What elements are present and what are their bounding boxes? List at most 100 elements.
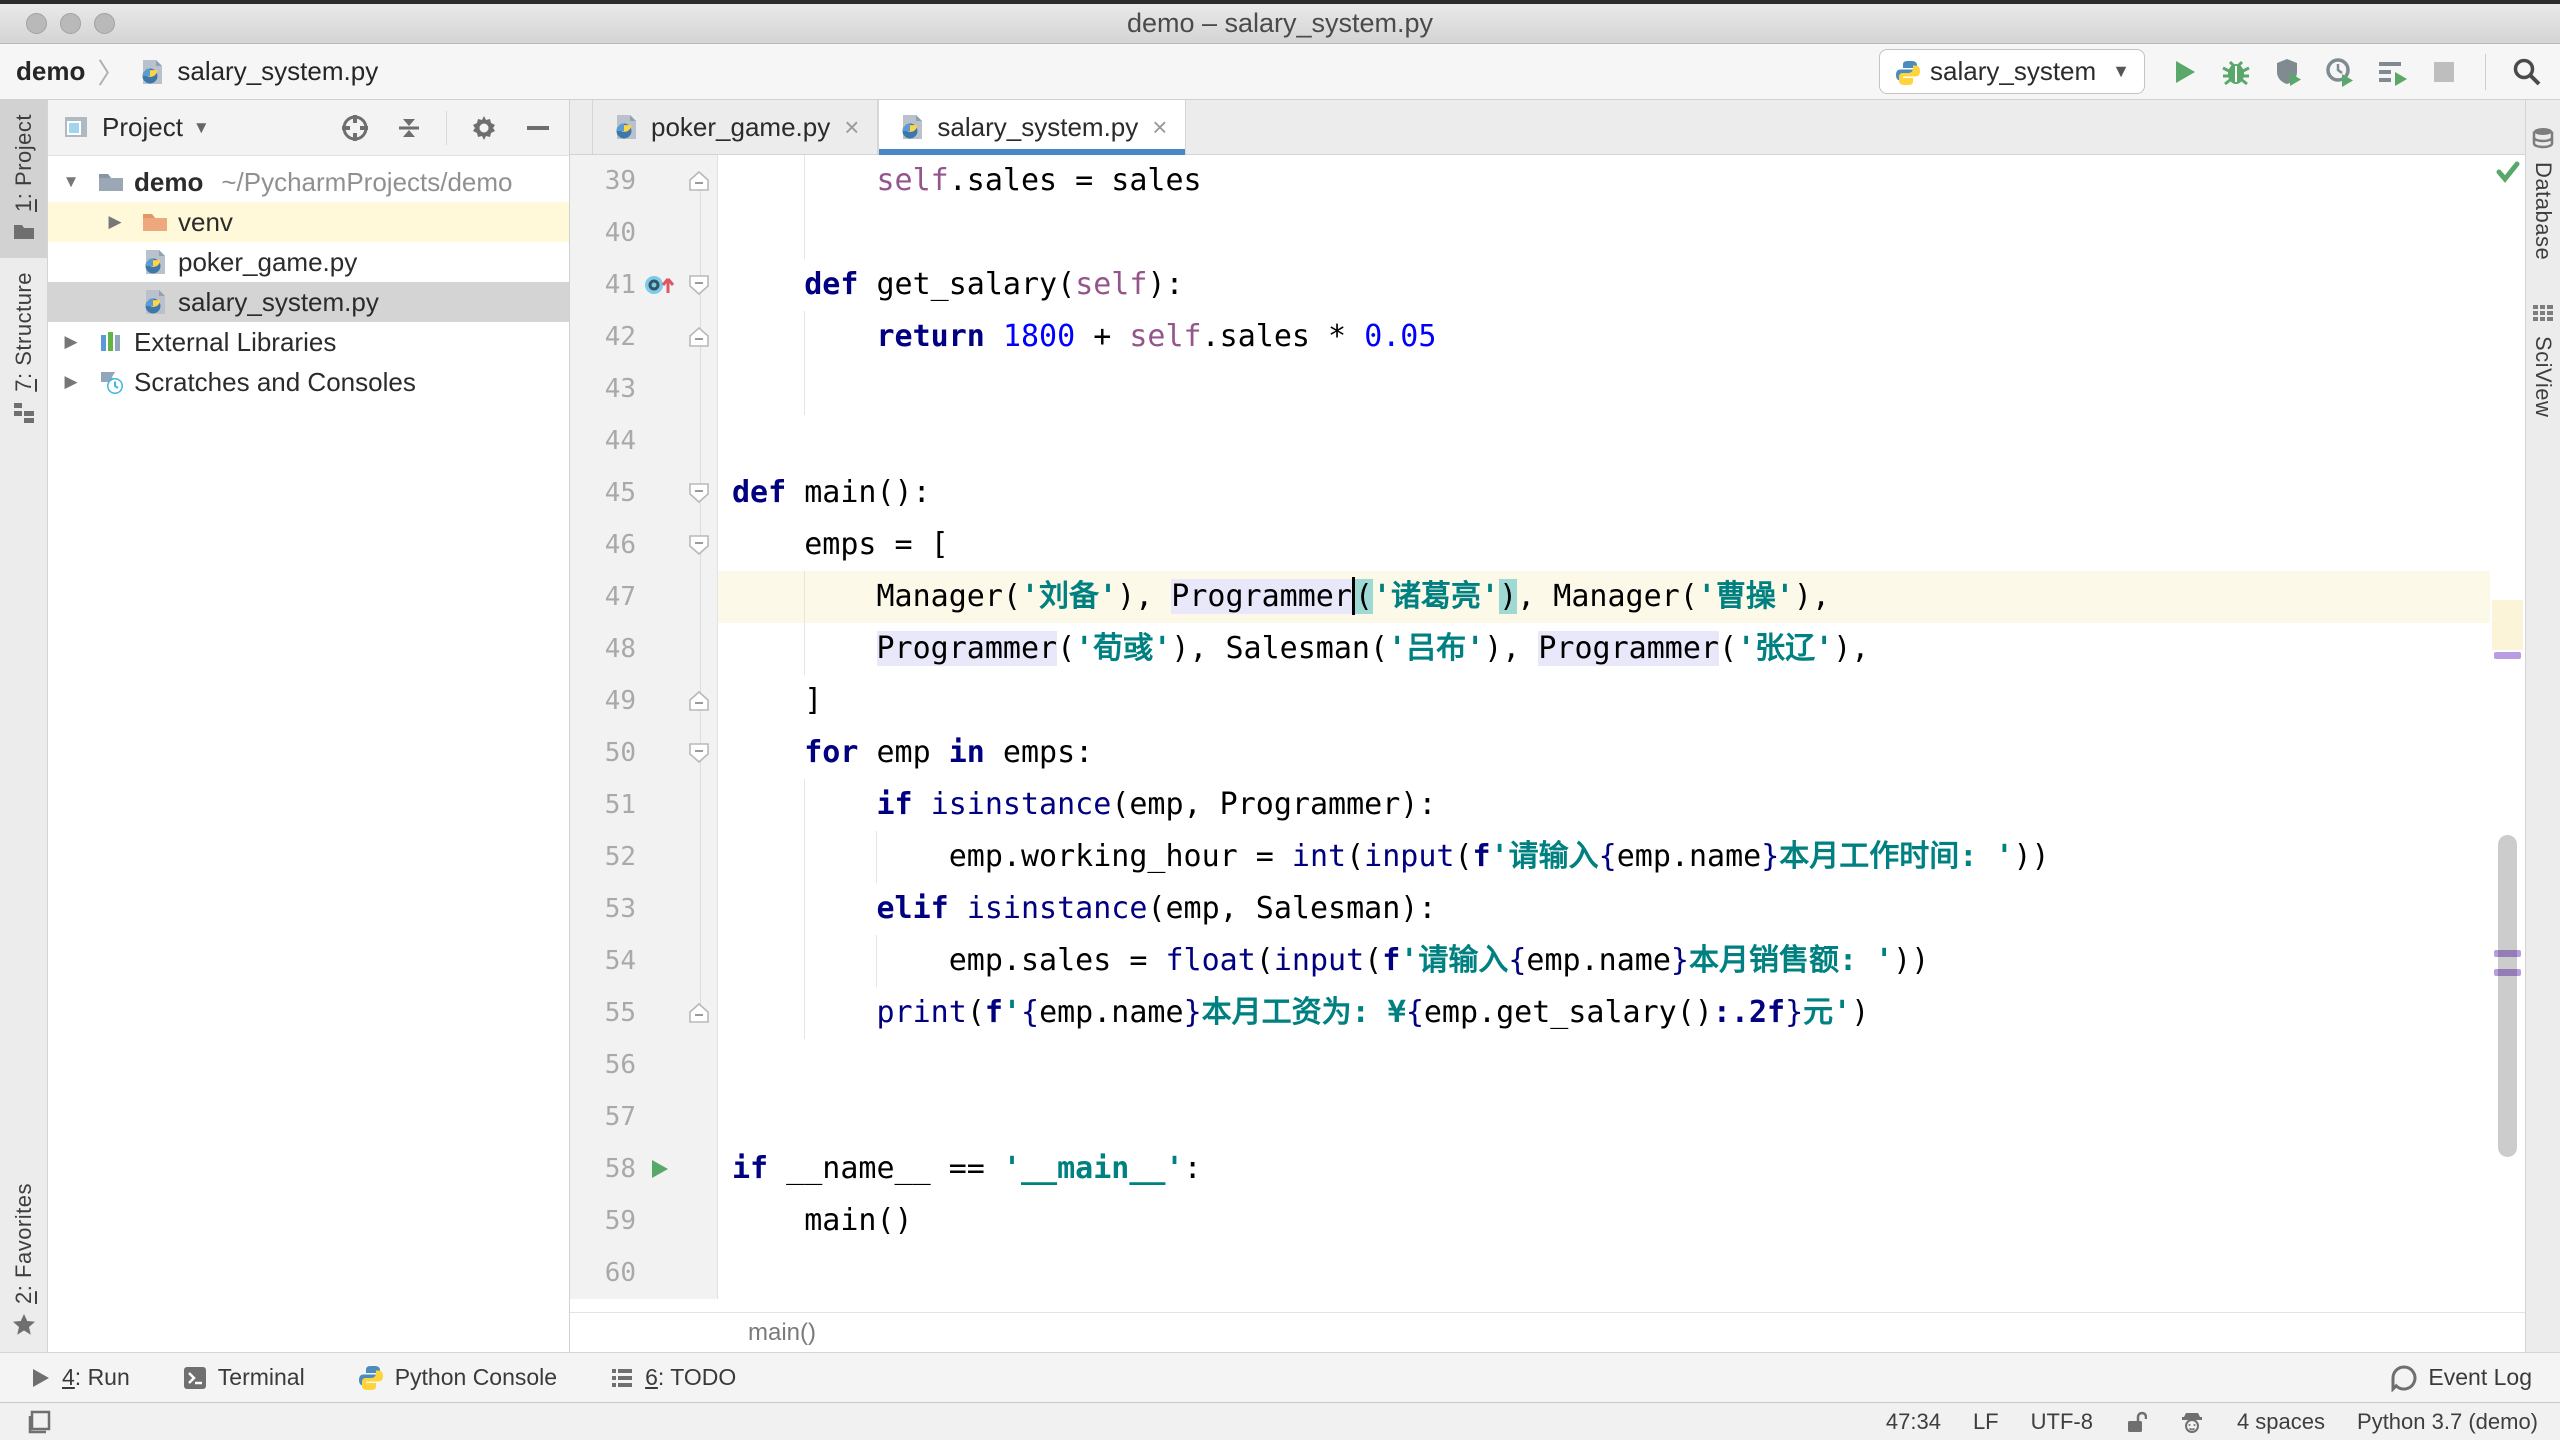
- code-line-42[interactable]: 42 return 1800 + self.sales * 0.05: [570, 311, 2490, 363]
- vertical-scrollbar[interactable]: [2498, 835, 2517, 1157]
- gutter[interactable]: 49: [570, 675, 718, 727]
- gutter[interactable]: 54: [570, 935, 718, 987]
- chevron-down-icon[interactable]: ▼: [193, 118, 210, 138]
- search-everywhere-button[interactable]: [2510, 55, 2544, 89]
- gutter[interactable]: 46: [570, 519, 718, 571]
- fold-region-end-icon[interactable]: [682, 170, 716, 192]
- code-text[interactable]: if isinstance(emp, Programmer):: [718, 779, 2490, 831]
- status-item-lf[interactable]: LF: [1973, 1409, 1999, 1435]
- code-line-48[interactable]: 48 Programmer('荀彧'), Salesman('吕布'), Pro…: [570, 623, 2490, 675]
- stop-button[interactable]: [2427, 55, 2461, 89]
- project-panel-title[interactable]: Project: [102, 112, 183, 143]
- event-log-button[interactable]: Event Log: [2390, 1364, 2532, 1392]
- toolwindow-button-run[interactable]: 4: Run: [28, 1364, 130, 1391]
- editor-scroll-stripe[interactable]: [2490, 155, 2525, 1312]
- editor-tab-poker_game.py[interactable]: poker_game.py ×: [592, 100, 879, 154]
- collapsed-arrow-icon[interactable]: ▶: [98, 212, 132, 232]
- code-text[interactable]: Programmer('荀彧'), Salesman('吕布'), Progra…: [718, 623, 2490, 675]
- code-text[interactable]: print(f'{emp.name}本月工资为: ¥{emp.get_salar…: [718, 987, 2490, 1039]
- code-line-49[interactable]: 49 ]: [570, 675, 2490, 727]
- fold-region-end-icon[interactable]: [682, 326, 716, 348]
- gutter[interactable]: 56: [570, 1039, 718, 1091]
- override-method-icon[interactable]: [636, 270, 682, 300]
- code-text[interactable]: elif isinstance(emp, Salesman):: [718, 883, 2490, 935]
- toolwindow-button-pythonconsole[interactable]: Python Console: [357, 1364, 557, 1392]
- editor-breadcrumb-bar[interactable]: main(): [570, 1312, 2525, 1352]
- concurrency-diagram-button[interactable]: [2375, 55, 2409, 89]
- tool-stripe-tab-sciview[interactable]: SciView: [2526, 274, 2560, 431]
- editor-tab-salary_system.py[interactable]: salary_system.py ×: [878, 100, 1187, 155]
- gutter[interactable]: 60: [570, 1247, 718, 1299]
- toolwindow-toggle-icon[interactable]: [22, 1405, 56, 1439]
- gutter[interactable]: 41: [570, 259, 718, 311]
- code-line-53[interactable]: 53 elif isinstance(emp, Salesman):: [570, 883, 2490, 935]
- status-item-4-spaces[interactable]: 4 spaces: [2237, 1409, 2325, 1435]
- gutter[interactable]: 44: [570, 415, 718, 467]
- code-line-41[interactable]: 41 def get_salary(self):: [570, 259, 2490, 311]
- code-line-39[interactable]: 39 self.sales = sales: [570, 155, 2490, 207]
- code-line-52[interactable]: 52 emp.working_hour = int(input(f'请输入{em…: [570, 831, 2490, 883]
- fold-region-end-icon[interactable]: [682, 690, 716, 712]
- status-item-python-3-7--demo-[interactable]: Python 3.7 (demo): [2357, 1409, 2538, 1435]
- gutter[interactable]: 53: [570, 883, 718, 935]
- code-line-45[interactable]: 45 def main():: [570, 467, 2490, 519]
- collapsed-arrow-icon[interactable]: ▶: [54, 372, 88, 392]
- expanded-arrow-icon[interactable]: ▼: [54, 172, 88, 192]
- breadcrumb-file[interactable]: salary_system.py: [177, 56, 378, 87]
- code-line-59[interactable]: 59 main(): [570, 1195, 2490, 1247]
- gutter[interactable]: 50: [570, 727, 718, 779]
- editor-breadcrumb-item[interactable]: main(): [748, 1319, 816, 1347]
- run-configuration-select[interactable]: salary_system ▼: [1879, 49, 2145, 94]
- tool-stripe-tab-project[interactable]: 1: Project: [0, 100, 47, 258]
- tree-item-salary_system.py[interactable]: salary_system.py: [48, 282, 569, 322]
- gutter[interactable]: 47: [570, 571, 718, 623]
- close-tab-icon[interactable]: ×: [1152, 112, 1167, 143]
- run-coverage-button[interactable]: [2271, 55, 2305, 89]
- code-text[interactable]: self.sales = sales: [718, 155, 2490, 207]
- code-line-46[interactable]: 46 emps = [: [570, 519, 2490, 571]
- collapse-all-button[interactable]: [392, 111, 426, 145]
- code-text[interactable]: emp.working_hour = int(input(f'请输入{emp.n…: [718, 831, 2490, 883]
- code-line-56[interactable]: 56: [570, 1039, 2490, 1091]
- tree-item-poker_game.py[interactable]: poker_game.py: [48, 242, 569, 282]
- code-line-55[interactable]: 55 print(f'{emp.name}本月工资为: ¥{emp.get_sa…: [570, 987, 2490, 1039]
- gutter[interactable]: 52: [570, 831, 718, 883]
- code-line-47[interactable]: 47 Manager('刘备'), Programmer ('诸葛亮'), Man…: [570, 571, 2490, 623]
- code-text[interactable]: def main():: [718, 467, 2490, 519]
- tree-item-scratches-and-consoles[interactable]: ▶ Scratches and Consoles: [48, 362, 569, 402]
- code-line-58[interactable]: 58 if __name__ == '__main__':: [570, 1143, 2490, 1195]
- tool-stripe-tab-favorites[interactable]: 2: Favorites: [0, 1169, 47, 1352]
- tool-stripe-tab-structure[interactable]: 7: Structure: [0, 258, 47, 438]
- gutter[interactable]: 48: [570, 623, 718, 675]
- code-text[interactable]: ]: [718, 675, 2490, 727]
- debug-button[interactable]: [2219, 55, 2253, 89]
- tree-item-external-libraries[interactable]: ▶ External Libraries: [48, 322, 569, 362]
- tree-item-demo[interactable]: ▼ demo ~/PycharmProjects/demo: [48, 162, 569, 202]
- code-lines[interactable]: 39 self.sales = sales 40 41 def get_salary…: [570, 155, 2490, 1312]
- code-line-44[interactable]: 44: [570, 415, 2490, 467]
- gutter[interactable]: 43: [570, 363, 718, 415]
- fold-region-start-icon[interactable]: [682, 742, 716, 764]
- profiler-button[interactable]: [2323, 55, 2357, 89]
- code-text[interactable]: [718, 363, 2490, 415]
- fold-region-start-icon[interactable]: [682, 534, 716, 556]
- code-text[interactable]: return 1800 + self.sales * 0.05: [718, 311, 2490, 363]
- fold-region-end-icon[interactable]: [682, 1002, 716, 1024]
- usage-stripe-mark[interactable]: [2494, 652, 2521, 659]
- settings-gear-button[interactable]: [467, 111, 501, 145]
- run-line-icon[interactable]: [636, 1157, 682, 1181]
- gutter[interactable]: 51: [570, 779, 718, 831]
- gutter[interactable]: 58: [570, 1143, 718, 1195]
- run-button[interactable]: [2167, 55, 2201, 89]
- toolwindow-button-terminal[interactable]: Terminal: [182, 1364, 305, 1391]
- code-line-51[interactable]: 51 if isinstance(emp, Programmer):: [570, 779, 2490, 831]
- code-line-60[interactable]: 60: [570, 1247, 2490, 1299]
- gutter[interactable]: 40: [570, 207, 718, 259]
- code-text[interactable]: for emp in emps:: [718, 727, 2490, 779]
- tree-item-venv[interactable]: ▶ venv: [48, 202, 569, 242]
- code-line-57[interactable]: 57: [570, 1091, 2490, 1143]
- close-tab-icon[interactable]: ×: [844, 112, 859, 143]
- gutter[interactable]: 57: [570, 1091, 718, 1143]
- breadcrumb-project[interactable]: demo: [16, 56, 85, 87]
- code-text[interactable]: [718, 415, 2490, 467]
